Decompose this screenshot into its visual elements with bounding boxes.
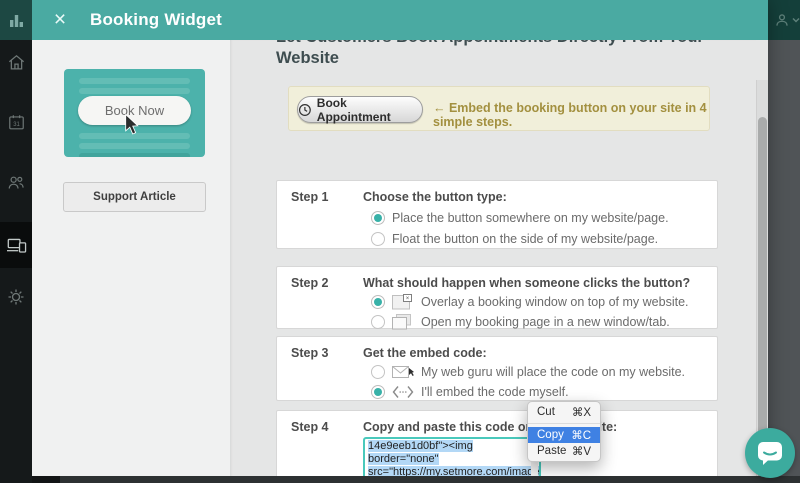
chat-icon [758, 441, 782, 465]
overlay-window-icon: × [392, 294, 412, 310]
modal-title: Booking Widget [90, 10, 223, 29]
sidebar-item-customers[interactable] [0, 165, 32, 199]
option-overlay-window[interactable]: × Overlay a booking window on top of my … [371, 294, 717, 310]
step-2-question: What should happen when someone clicks t… [363, 276, 691, 290]
book-appointment-label: Book Appointment [316, 95, 391, 124]
book-appointment-sample-button[interactable]: Book Appointment [297, 95, 423, 124]
step-4-label: Step 4 [291, 420, 329, 434]
embed-hint-banner: Book Appointment ← Embed the booking but… [288, 86, 710, 131]
menu-item-shortcut: ⌘C [571, 430, 591, 442]
option-web-guru[interactable]: My web guru will place the code on my we… [371, 364, 717, 380]
modal-header: × Booking Widget [32, 0, 768, 40]
email-forward-icon [392, 366, 414, 378]
skeleton-bar [79, 153, 190, 157]
option-label: Float the button on the side of my websi… [392, 232, 659, 246]
option-new-window[interactable]: Open my booking page in a new window/tab… [371, 314, 717, 330]
home-icon [8, 54, 24, 69]
step-1-card: Step 1 Choose the button type: Place the… [276, 180, 718, 249]
app-logo-icon [9, 14, 23, 27]
context-menu-item-cut[interactable]: Cut ⌘X [528, 404, 600, 420]
app-logo[interactable] [0, 0, 32, 40]
option-place-button[interactable]: Place the button somewhere on my website… [371, 211, 717, 225]
support-article-label: Support Article [93, 191, 176, 203]
svg-text:×: × [406, 296, 410, 302]
app-topbar [768, 0, 800, 40]
option-label: Open my booking page in a new window/tab… [421, 315, 670, 329]
modal-content: Let Customers Book Appointments Directly… [230, 40, 756, 483]
context-menu-item-paste[interactable]: Paste ⌘V [528, 443, 600, 459]
sidebar-item-devices[interactable] [0, 222, 32, 268]
menu-item-label: Paste [537, 445, 567, 457]
embed-code-icon [392, 386, 414, 398]
step-2-card: Step 2 What should happen when someone c… [276, 266, 718, 330]
page-title-line1: Let Customers Book Appointments Directly… [276, 40, 736, 48]
step-3-question: Get the embed code: [363, 346, 487, 360]
screen: 31 Book Now Support Article Website Book… [0, 0, 800, 483]
radio-unselected-icon[interactable] [371, 315, 385, 329]
step-2-label: Step 2 [291, 276, 329, 290]
user-icon[interactable] [774, 12, 790, 28]
radio-selected-icon[interactable] [371, 211, 385, 225]
sidebar-item-settings[interactable] [0, 280, 32, 314]
customers-icon [8, 176, 24, 188]
page-title-line2: Website [276, 49, 339, 67]
option-label: Place the button somewhere on my website… [392, 211, 669, 225]
context-menu: Cut ⌘X Copy ⌘C Paste ⌘V [527, 401, 601, 462]
new-window-icon [392, 314, 411, 330]
modal-left-panel: Book Now Support Article [32, 40, 230, 483]
skeleton-bar [79, 78, 190, 84]
chat-launcher-button[interactable] [745, 428, 795, 478]
option-label: I'll embed the code myself. [421, 385, 569, 399]
app-sidebar: 31 [0, 0, 32, 483]
dimmed-app-background [768, 0, 800, 483]
settings-icon [8, 289, 24, 305]
cursor-icon [125, 114, 139, 135]
step-3-label: Step 3 [291, 346, 329, 360]
step-3-card: Step 3 Get the embed code: My web guru w… [276, 336, 718, 401]
step-1-question: Choose the button type: [363, 190, 507, 204]
skeleton-bar [79, 143, 190, 149]
menu-item-shortcut: ⌘V [571, 446, 591, 458]
menu-separator [528, 423, 600, 424]
radio-selected-icon[interactable] [371, 295, 385, 309]
clock-icon [298, 103, 311, 116]
calendar-icon: 31 [8, 114, 24, 129]
bottom-edge-strip [32, 476, 800, 483]
step-4-card: Step 4 Copy and paste this code on your … [276, 410, 718, 483]
radio-unselected-icon[interactable] [371, 365, 385, 379]
context-menu-item-copy[interactable]: Copy ⌘C [528, 427, 600, 443]
option-embed-myself[interactable]: I'll embed the code myself. [371, 384, 717, 400]
booking-button-preview-card: Book Now [64, 69, 205, 157]
embed-hint-text: ← Embed the booking button on your site … [433, 101, 707, 129]
menu-item-shortcut: ⌘X [571, 407, 591, 419]
chevron-down-icon[interactable] [792, 17, 800, 23]
sidebar-item-home[interactable] [0, 45, 32, 79]
menu-item-label: Copy [537, 429, 564, 441]
menu-item-label: Cut [537, 406, 555, 418]
option-label: My web guru will place the code on my we… [421, 365, 686, 379]
booking-widget-modal: Book Now Support Article Let Customers B… [32, 0, 768, 483]
close-icon[interactable]: × [50, 9, 70, 30]
svg-text:31: 31 [13, 122, 20, 128]
option-float-button[interactable]: Float the button on the side of my websi… [371, 232, 717, 246]
radio-selected-icon[interactable] [371, 385, 385, 399]
page-title: Let Customers Book Appointments Directly… [276, 40, 736, 69]
sidebar-item-calendar[interactable]: 31 [0, 105, 32, 139]
bottom-edge-dark-segment [32, 476, 60, 483]
skeleton-bar [79, 88, 190, 94]
option-label: Overlay a booking window on top of my we… [421, 295, 689, 309]
code-line: 14e9eeb1d0bf"><img border="none" [368, 440, 473, 465]
support-article-button[interactable]: Support Article [63, 182, 206, 212]
step-1-label: Step 1 [291, 190, 329, 204]
modal-scrollbar[interactable] [756, 80, 768, 483]
radio-unselected-icon[interactable] [371, 232, 385, 246]
devices-icon [6, 238, 26, 253]
